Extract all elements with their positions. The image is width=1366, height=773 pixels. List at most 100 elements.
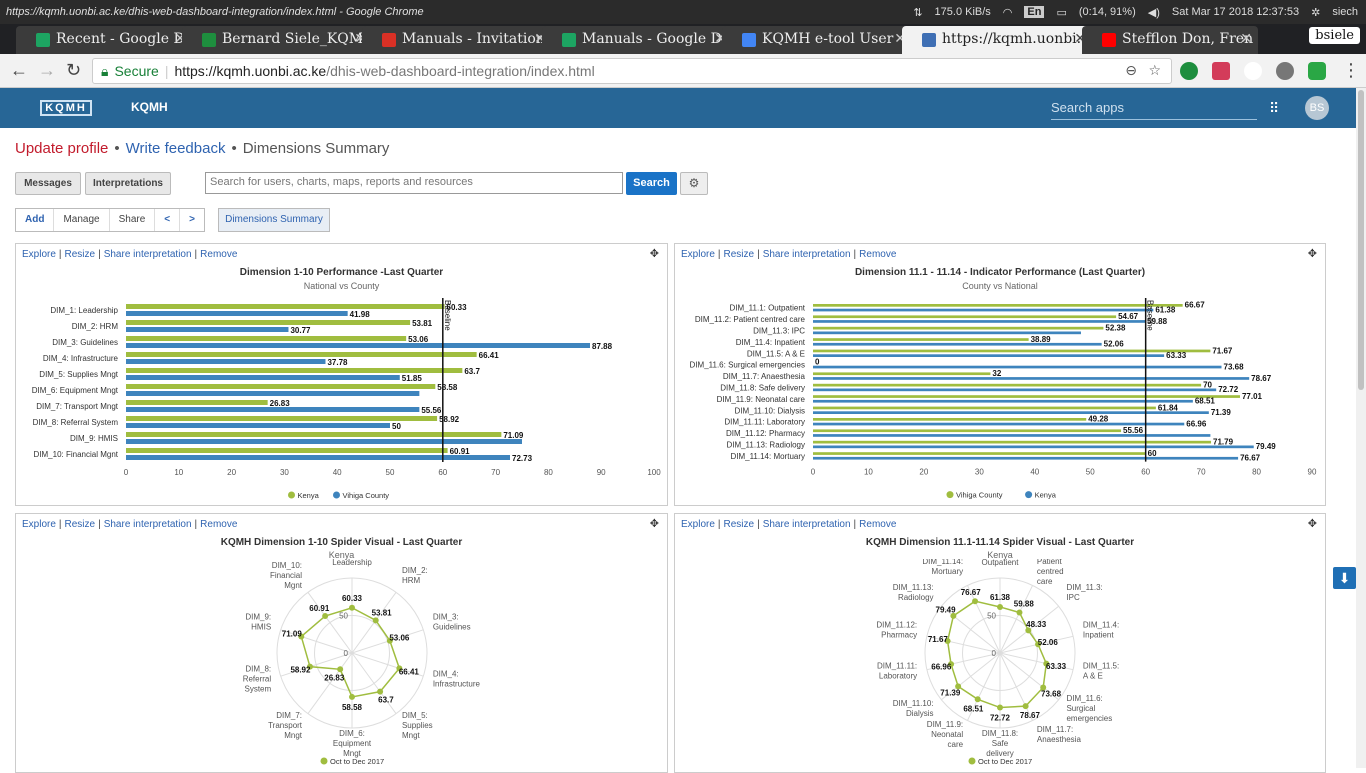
data-label: 63.33	[1166, 351, 1187, 360]
radar-chart: 0 50 60.33 53.81 53.06 66.41 63.7 58.58 26.83 58.…	[243, 559, 481, 766]
language-indicator[interactable]: En	[1024, 6, 1045, 18]
volume-icon[interactable]: ◀)	[1148, 6, 1160, 19]
hangouts-icon[interactable]	[1308, 62, 1326, 80]
wifi-icon[interactable]: ◠	[1003, 6, 1013, 19]
bar	[813, 456, 1239, 460]
data-label: 32	[992, 369, 1001, 378]
write-feedback-link[interactable]: Write feedback	[126, 140, 226, 157]
extension-icon[interactable]	[1276, 62, 1294, 80]
drag-handle-icon[interactable]: ✥	[1308, 247, 1317, 260]
menu-icon[interactable]: ⋮	[1342, 60, 1360, 81]
apps-grid-icon[interactable]: ⠿	[1269, 101, 1283, 115]
tab-label: Recent - Google Dri	[56, 31, 192, 47]
explore-link[interactable]: Explore	[681, 519, 715, 530]
add-button[interactable]: Add	[16, 209, 55, 231]
scrollbar-thumb[interactable]	[1358, 90, 1364, 390]
kqmh-logo[interactable]: KQMH	[40, 100, 92, 116]
page-scrollbar[interactable]	[1356, 88, 1366, 768]
bar-chart: DIM_1: Leadership 60.3341.98DIM_2: HRM 53.…	[32, 298, 661, 500]
browser-tab[interactable]: Recent - Google Dri ✕	[16, 26, 192, 54]
drag-handle-icon[interactable]: ✥	[1308, 517, 1317, 530]
data-label: 72.73	[512, 454, 533, 463]
extension-icon[interactable]	[1244, 62, 1262, 80]
data-label: 71.67	[928, 635, 949, 644]
reload-icon[interactable]: ↻	[66, 60, 81, 81]
resize-link[interactable]: Resize	[65, 519, 96, 530]
breadcrumb: Update profile • Write feedback • Dimensions…	[15, 140, 389, 157]
browser-tab[interactable]: Stefflon Don, Fren ✕	[1082, 26, 1258, 54]
browser-tab[interactable]: Manuals - Invitation ✕	[362, 26, 552, 54]
forward-icon[interactable]: →	[38, 60, 56, 81]
tab-label: Manuals - Invitation	[402, 31, 545, 47]
axis-label: Laboratory	[879, 672, 917, 681]
category-label: DIM_6: Equipment Mngt	[32, 386, 119, 395]
browser-tab[interactable]: KQMH e-tool User ✕	[722, 26, 912, 54]
share-button[interactable]: Share	[110, 209, 156, 231]
explore-link[interactable]: Explore	[22, 249, 56, 260]
axis-label: DIM_8:	[245, 665, 271, 674]
dashboard-tab-dimensions-summary[interactable]: Dimensions Summary	[218, 208, 330, 232]
avatar[interactable]: BS	[1305, 96, 1329, 120]
remove-link[interactable]: Remove	[859, 519, 896, 530]
gear-icon[interactable]: ✲	[1311, 6, 1320, 19]
close-tab-icon[interactable]: ✕	[1240, 31, 1252, 47]
bar	[813, 372, 991, 376]
app-header: KQMH KQMH Search apps ⠿ BS	[0, 88, 1356, 128]
explore-link[interactable]: Explore	[22, 519, 56, 530]
tick-label: 50	[1086, 468, 1095, 477]
bar	[813, 383, 1202, 387]
browser-tab[interactable]: Manuals - Google D ✕	[542, 26, 732, 54]
page-title: Dimensions Summary	[242, 140, 390, 157]
bookmark-star-icon[interactable]: ☆	[1148, 62, 1161, 79]
pocket-icon[interactable]	[1212, 62, 1230, 80]
remove-link[interactable]: Remove	[200, 519, 237, 530]
bar	[813, 406, 1156, 410]
manage-button[interactable]: Manage	[54, 209, 110, 231]
drag-handle-icon[interactable]: ✥	[650, 247, 659, 260]
back-icon[interactable]: ←	[10, 60, 28, 81]
interpretations-button[interactable]: Interpretations	[85, 172, 171, 195]
axis-label: DIM_11.4:	[1083, 620, 1119, 629]
data-label: 54.67	[1118, 312, 1139, 321]
grammarly-icon[interactable]	[1180, 62, 1198, 80]
next-button[interactable]: >	[180, 209, 204, 231]
settings-gear-icon[interactable]: ⚙	[680, 172, 708, 195]
remove-link[interactable]: Remove	[859, 249, 896, 260]
profile-button[interactable]: bsiele	[1309, 27, 1360, 44]
zoom-icon[interactable]: ⊖	[1125, 62, 1137, 79]
update-profile-link[interactable]: Update profile	[15, 140, 108, 157]
remove-link[interactable]: Remove	[200, 249, 237, 260]
search-apps-input[interactable]: Search apps	[1051, 100, 1257, 120]
app-name[interactable]: KQMH	[131, 100, 168, 114]
scroll-down-icon[interactable]: ⬇	[1333, 567, 1356, 589]
dashboard-search-input[interactable]: Search for users, charts, maps, reports …	[205, 172, 623, 194]
resize-link[interactable]: Resize	[724, 249, 755, 260]
data-label: 71.09	[282, 629, 303, 638]
drag-handle-icon[interactable]: ✥	[650, 517, 659, 530]
browser-tab[interactable]: Bernard Siele_KQMH ✕	[182, 26, 372, 54]
share-interpretation-link[interactable]: Share interpretation	[763, 519, 851, 530]
url-field[interactable]: 🔒︎ Secure | https://kqmh.uonbi.ac.ke/dhi…	[92, 58, 1172, 84]
explore-link[interactable]: Explore	[681, 249, 715, 260]
chart-subtitle: County vs National	[962, 281, 1038, 291]
resize-link[interactable]: Resize	[724, 519, 755, 530]
battery-icon[interactable]: ▭	[1056, 6, 1066, 19]
search-button[interactable]: Search	[626, 172, 677, 195]
bar	[813, 388, 1217, 392]
axis-label: Dialysis	[906, 709, 934, 718]
share-interpretation-link[interactable]: Share interpretation	[104, 249, 192, 260]
bar	[126, 311, 348, 316]
bar	[813, 399, 1193, 403]
clock[interactable]: Sat Mar 17 2018 12:37:53	[1172, 6, 1299, 18]
user-name[interactable]: siech	[1332, 6, 1358, 18]
resize-link[interactable]: Resize	[65, 249, 96, 260]
browser-tab-active[interactable]: https://kqmh.uonbi.a ✕	[902, 26, 1092, 54]
share-interpretation-link[interactable]: Share interpretation	[763, 249, 851, 260]
bar	[126, 384, 436, 389]
prev-button[interactable]: <	[155, 209, 181, 231]
axis-label: DIM_5:	[402, 711, 428, 720]
messages-button[interactable]: Messages	[15, 172, 81, 195]
share-interpretation-link[interactable]: Share interpretation	[104, 519, 192, 530]
data-label: 53.06	[389, 634, 410, 643]
axis-label: DIM_11.3:	[1066, 583, 1102, 592]
